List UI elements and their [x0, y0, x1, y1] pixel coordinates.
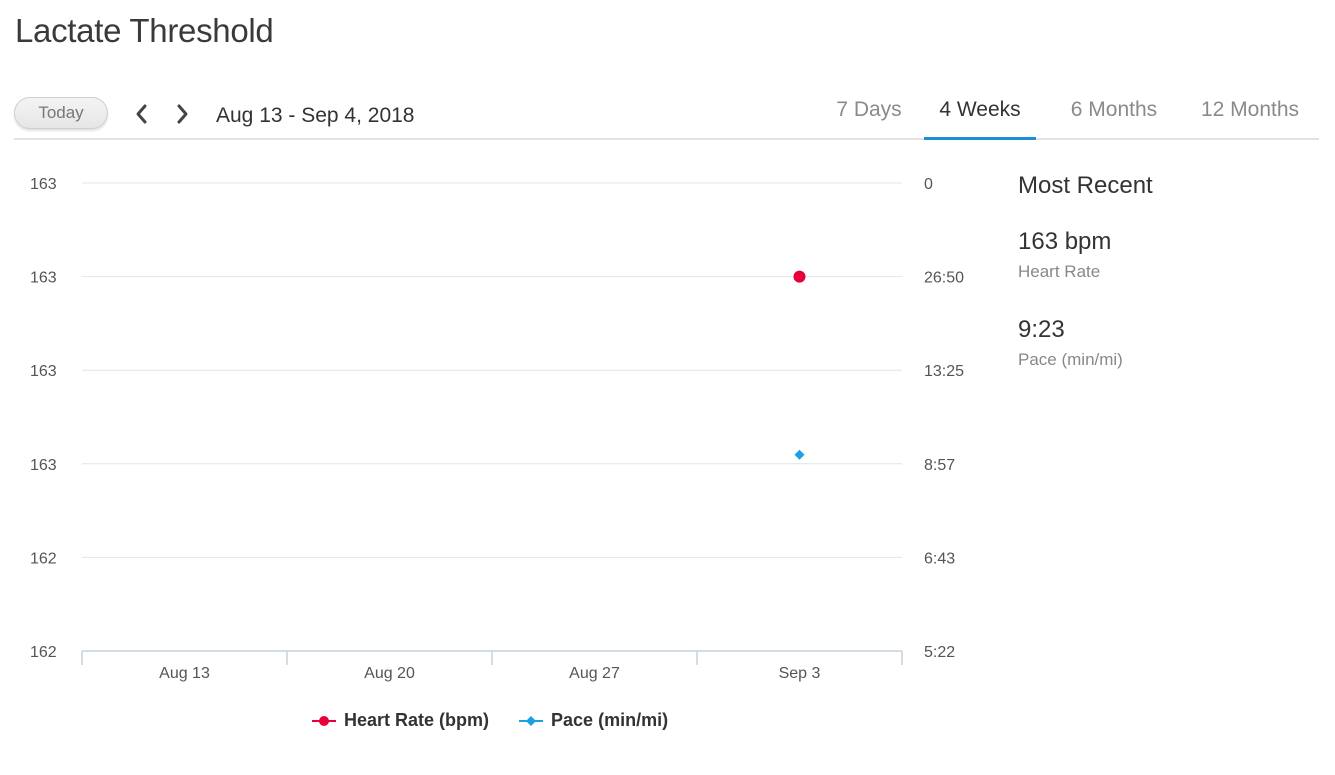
chevron-right-icon[interactable]: [172, 102, 192, 126]
x-axis-tick-label: Aug 20: [364, 665, 415, 682]
right-axis-tick-label: 0: [924, 176, 933, 193]
legend-label-heart-rate: Heart Rate (bpm): [344, 710, 490, 730]
date-range: Aug 13 - Sep 4, 2018: [216, 104, 415, 127]
lactate-threshold-chart: 163 0 163 26:50 163 13:25 163 8:57 162 6:43 162 5:2…: [30, 176, 964, 682]
heart-rate-point: [793, 270, 806, 283]
left-axis-tick-label: 163: [30, 176, 57, 193]
tab-7-days[interactable]: 7 Days: [836, 98, 902, 138]
right-axis-tick-label: 6:43: [924, 550, 955, 567]
chart-legend: Heart Rate (bpm) Pace (min/mi): [312, 710, 668, 731]
most-recent-panel: Most Recent 163 bpm Heart Rate 9:23 Pace…: [1018, 172, 1308, 404]
tab-4-weeks[interactable]: 4 Weeks: [924, 98, 1036, 140]
right-axis-tick-label: 13:25: [924, 363, 964, 380]
today-button[interactable]: Today: [14, 97, 108, 129]
page-title: Lactate Threshold: [15, 12, 274, 49]
tab-6-months[interactable]: 6 Months: [1066, 98, 1162, 138]
right-axis-tick-label: 8:57: [924, 457, 955, 474]
pace-point: [794, 449, 805, 460]
right-axis-tick-label: 5:22: [924, 644, 955, 661]
left-axis-tick-label: 162: [30, 550, 57, 567]
chevron-left-icon[interactable]: [132, 102, 152, 126]
heart-rate-legend-marker: [312, 715, 336, 726]
legend-label-pace: Pace (min/mi): [551, 710, 669, 730]
left-axis-tick-label: 163: [30, 363, 57, 380]
pace-label: Pace (min/mi): [1018, 350, 1123, 369]
left-axis-tick-label: 163: [30, 457, 57, 474]
x-axis-tick-label: Sep 3: [779, 665, 821, 682]
legend-item-pace[interactable]: Pace (min/mi): [519, 710, 668, 731]
left-axis-tick-label: 162: [30, 644, 57, 661]
most-recent-title: Most Recent: [1018, 172, 1153, 199]
x-axis-tick-label: Aug 13: [159, 665, 210, 682]
tab-12-months[interactable]: 12 Months: [1197, 98, 1303, 138]
heart-rate-label: Heart Rate: [1018, 262, 1101, 281]
heart-rate-value: 163 bpm: [1018, 228, 1112, 255]
date-toolbar: Today Aug 13 - Sep 4, 2018 7 Days 4 Week…: [14, 90, 1319, 140]
x-axis-tick-label: Aug 27: [569, 665, 620, 682]
pace-legend-marker: [519, 715, 544, 726]
right-axis-tick-label: 26:50: [924, 270, 964, 287]
pace-value: 9:23: [1018, 316, 1065, 343]
legend-item-heart-rate[interactable]: Heart Rate (bpm): [312, 710, 489, 731]
left-axis-tick-label: 163: [30, 270, 57, 287]
